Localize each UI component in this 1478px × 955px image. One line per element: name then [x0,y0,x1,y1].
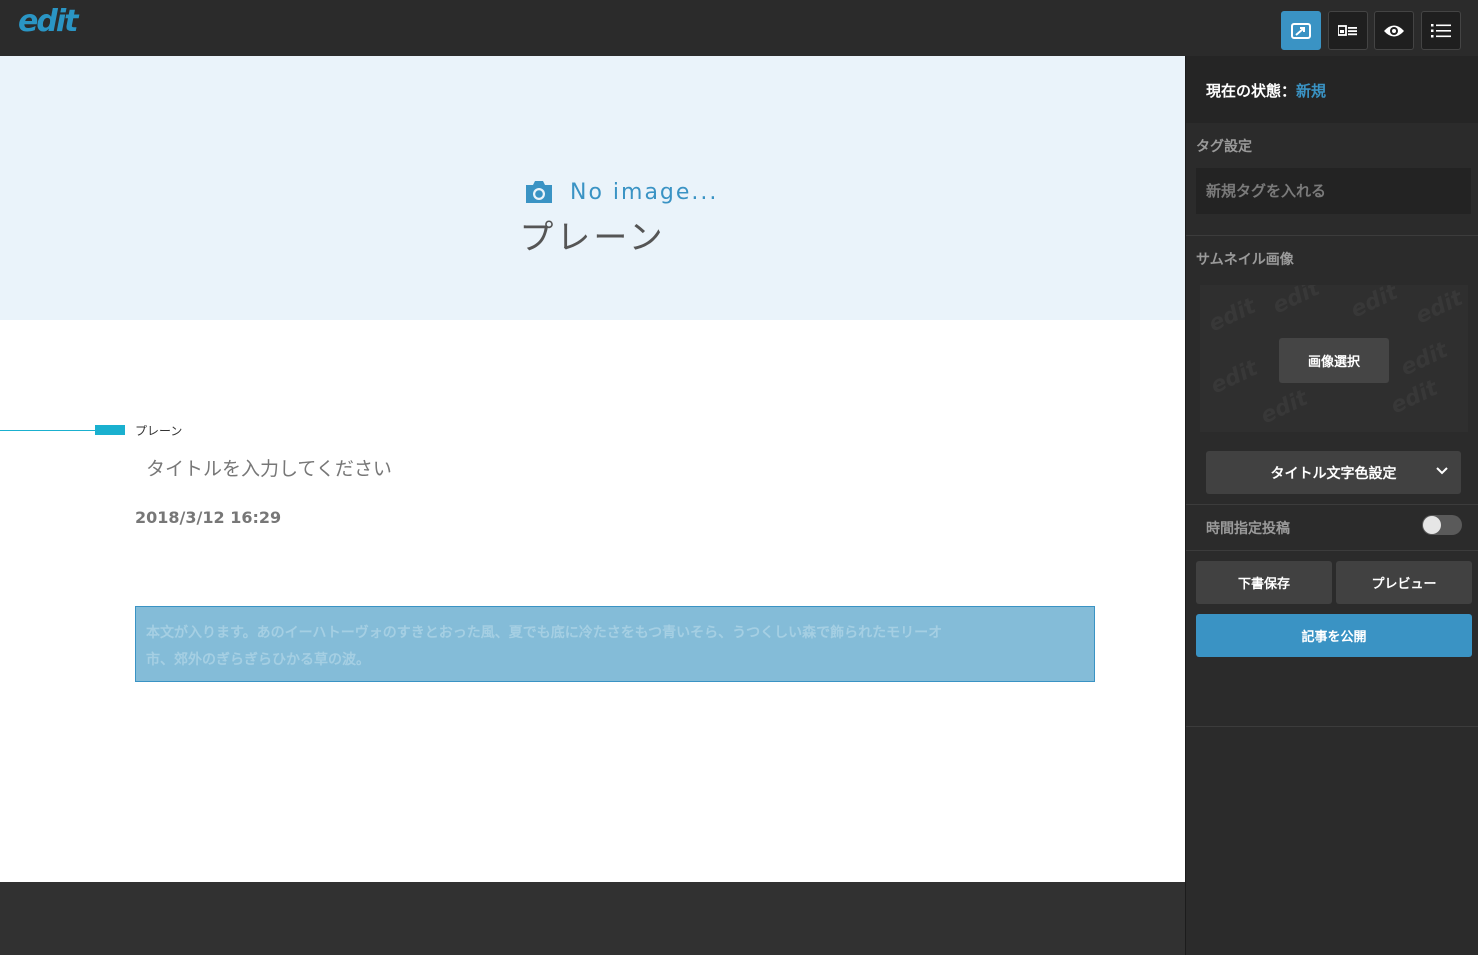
card-list-icon [1338,24,1357,36]
share-button[interactable] [1281,11,1321,50]
no-image-text: No image... [570,179,719,205]
watermark-logo: edit [1387,375,1442,420]
top-bar: edit [0,0,1478,56]
editor-canvas: No image... プレーン プレーン タイトルを入力してください 2018… [0,56,1185,882]
schedule-label: 時間指定投稿 [1206,521,1290,537]
save-draft-button[interactable]: 下書保存 [1196,561,1332,604]
no-image-placeholder: No image... [524,177,718,207]
status-label: 現在の状態： [1206,82,1297,100]
title-color-select-label: タイトル文字色設定 [1270,465,1397,482]
watermark-logo: edit [1269,285,1324,320]
thumbnail-section-label: サムネイル画像 [1196,252,1294,268]
divider [1186,726,1478,727]
preview-toggle-button[interactable] [1374,11,1414,50]
card-list-button[interactable] [1328,11,1368,50]
preview-button[interactable]: プレビュー [1336,561,1472,604]
tag-input[interactable] [1196,168,1471,214]
hero-image-area[interactable]: No image... プレーン [0,56,1185,320]
app-logo[interactable]: edit [18,4,78,39]
watermark-logo: edit [1412,285,1467,330]
post-date: 2018/3/12 16:29 [135,508,282,527]
select-image-button[interactable]: 画像選択 [1279,338,1389,383]
watermark-logo: edit [1205,293,1260,338]
bottom-strip [0,882,1185,955]
camera-icon [526,181,552,203]
title-color-select[interactable]: タイトル文字色設定 [1206,451,1461,494]
tag-section-label: タグ設定 [1196,139,1252,155]
thumbnail-dropzone[interactable]: edit edit edit edit edit edit edit edit … [1200,285,1468,432]
status-text: 現在の状態：新規 [1206,80,1326,101]
share-icon [1291,22,1311,39]
category-line [0,430,96,431]
settings-sidebar: 現在の状態：新規 タグ設定 サムネイル画像 edit edit edit edi… [1185,56,1478,955]
category-marker [95,425,125,435]
schedule-toggle[interactable] [1422,515,1462,535]
chevron-down-icon [1436,467,1448,475]
eye-icon [1384,25,1404,36]
watermark-logo: edit [1347,285,1402,324]
divider [1186,504,1478,505]
body-text-block[interactable]: 本文が入ります。あのイーハトーヴォのすきとおった風、夏でも底に冷たさをもつ青いそ… [135,606,1095,682]
watermark-logo: edit [1207,355,1262,400]
body-line: 市、郊外のぎらぎらひかる草の波。 [146,652,370,668]
status-box: 現在の状態：新規 [1186,56,1478,123]
category-label: プレーン [135,424,183,438]
toggle-knob [1423,516,1441,534]
hero-category: プレーン [519,218,666,258]
article-list-button[interactable] [1421,11,1461,50]
body-line: 本文が入ります。あのイーハトーヴォのすきとおった風、夏でも底に冷たさをもつ青いそ… [146,625,943,641]
list-icon [1431,23,1451,37]
publish-button[interactable]: 記事を公開 [1196,614,1472,657]
divider [1186,550,1478,551]
title-input[interactable]: タイトルを入力してください [146,454,392,481]
status-value: 新規 [1296,82,1327,100]
divider [1186,235,1478,236]
watermark-logo: edit [1397,337,1452,382]
watermark-logo: edit [1257,385,1312,430]
